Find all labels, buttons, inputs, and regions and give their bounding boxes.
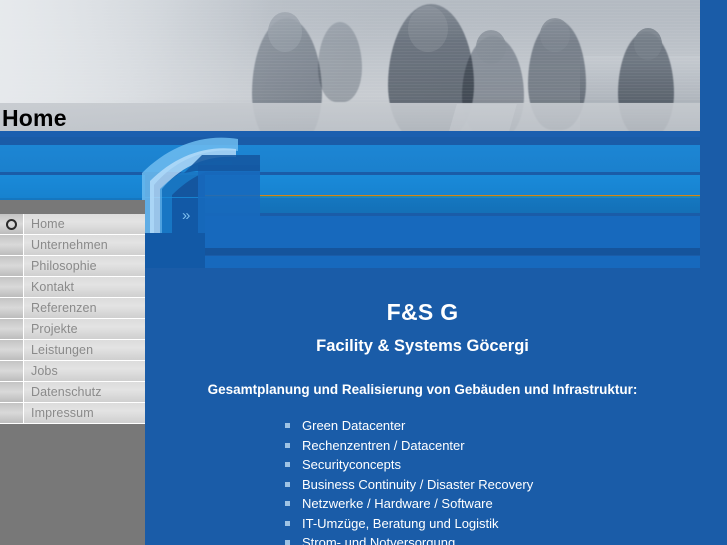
page-title: Home — [2, 105, 67, 131]
sidebar-top-bar — [0, 200, 145, 214]
sidebar-item-datenschutz[interactable]: Datenschutz — [0, 382, 145, 403]
sidebar-item-label: Datenschutz — [31, 385, 102, 399]
main-content: F&S G Facility & Systems Göcergi Gesamtp… — [145, 270, 700, 545]
list-item: Business Continuity / Disaster Recovery — [285, 475, 700, 495]
sidebar-item-philosophie[interactable]: Philosophie — [0, 256, 145, 277]
sidebar-item-gutter — [0, 382, 24, 402]
sidebar-nav: Home Unternehmen Philosophie Kontakt Referen… — [0, 214, 145, 424]
list-item-label: Strom- und Notversorgung — [302, 535, 456, 545]
brand-subtitle: Facility & Systems Göcergi — [316, 337, 529, 355]
sidebar-item-body: Leistungen — [24, 340, 145, 360]
banner-band — [0, 145, 700, 172]
sidebar-item-body: Projekte — [24, 319, 145, 339]
banner-accent-line-secondary — [195, 196, 700, 197]
page-root: Home » Home Unternehmen Philosophie Kont… — [0, 0, 727, 545]
sidebar-item-body: Home — [24, 214, 145, 234]
sidebar-item-label: Projekte — [31, 322, 78, 336]
square-bullet-icon — [285, 520, 290, 526]
list-item-label: Green Datacenter — [302, 418, 406, 433]
sidebar-item-gutter — [0, 214, 24, 234]
banner-band — [205, 216, 700, 248]
sidebar-item-gutter — [0, 361, 24, 381]
sidebar-item-body: Kontakt — [24, 277, 145, 297]
page-title-strip — [0, 103, 700, 131]
square-bullet-icon — [285, 462, 290, 467]
sidebar-item-kontakt[interactable]: Kontakt — [0, 277, 145, 298]
list-item: Securityconcepts — [285, 455, 700, 475]
sidebar-item-gutter — [0, 298, 24, 318]
sidebar-item-gutter — [0, 340, 24, 360]
sidebar-item-label: Philosophie — [31, 259, 97, 273]
list-item: IT-Umzüge, Beratung und Logistik — [285, 514, 700, 534]
sidebar-item-label: Leistungen — [31, 343, 94, 357]
square-bullet-icon — [285, 501, 290, 506]
sidebar-item-projekte[interactable]: Projekte — [0, 319, 145, 340]
sidebar: Home Unternehmen Philosophie Kontakt Referen… — [0, 200, 145, 545]
sidebar-item-label: Unternehmen — [31, 238, 108, 252]
list-item-label: Rechenzentren / Datacenter — [302, 437, 465, 453]
sidebar-item-home[interactable]: Home — [0, 214, 145, 235]
sidebar-item-body: Impressum — [24, 403, 145, 423]
sidebar-item-gutter — [0, 403, 24, 423]
chevron-double-right-icon: » — [182, 207, 190, 224]
sidebar-item-body: Referenzen — [24, 298, 145, 318]
tagline: Gesamtplanung und Realisierung von Gebäu… — [207, 382, 638, 397]
list-item: Green Datacenter — [285, 416, 700, 436]
page-right-margin — [700, 0, 727, 545]
swoosh-svg — [142, 137, 260, 233]
square-bullet-icon — [285, 423, 290, 428]
banner-band — [205, 256, 700, 268]
brand-title: F&S G — [386, 299, 459, 325]
square-bullet-icon — [285, 442, 290, 448]
sidebar-item-gutter — [0, 235, 24, 255]
list-item: Strom- und Notversorgung — [285, 533, 700, 545]
sidebar-item-gutter — [0, 319, 24, 339]
square-bullet-icon — [285, 481, 290, 487]
sidebar-item-gutter — [0, 277, 24, 297]
sidebar-item-label: Impressum — [31, 406, 94, 420]
sidebar-item-label: Jobs — [31, 364, 58, 378]
sidebar-item-body: Philosophie — [24, 256, 145, 276]
banner-swoosh-graphic — [140, 137, 260, 233]
square-bullet-icon — [285, 540, 290, 545]
sidebar-item-body: Datenschutz — [24, 382, 145, 402]
sidebar-item-leistungen[interactable]: Leistungen — [0, 340, 145, 361]
list-item-label: Business Continuity / Disaster Recovery — [302, 476, 534, 492]
list-item-label: IT-Umzüge, Beratung und Logistik — [302, 515, 499, 531]
sidebar-item-label: Kontakt — [31, 280, 75, 294]
list-item-label: Netzwerke / Hardware / Software — [302, 496, 493, 511]
ring-icon — [6, 218, 17, 230]
list-item: Rechenzentren / Datacenter — [285, 436, 700, 456]
sidebar-item-referenzen[interactable]: Referenzen — [0, 298, 145, 319]
sidebar-item-impressum[interactable]: Impressum — [0, 403, 145, 424]
sidebar-item-body: Jobs — [24, 361, 145, 381]
service-list: Green Datacenter Rechenzentren / Datacent… — [145, 416, 700, 545]
sidebar-item-unternehmen[interactable]: Unternehmen — [0, 235, 145, 256]
sidebar-item-gutter — [0, 256, 24, 276]
sidebar-item-label: Referenzen — [31, 301, 97, 315]
list-item: Netzwerke / Hardware / Software — [285, 494, 700, 514]
sidebar-item-body: Unternehmen — [24, 235, 145, 255]
banner-band — [205, 248, 700, 255]
sidebar-item-jobs[interactable]: Jobs — [0, 361, 145, 382]
sidebar-item-label: Home — [31, 217, 65, 231]
list-item-label: Securityconcepts — [302, 457, 401, 472]
